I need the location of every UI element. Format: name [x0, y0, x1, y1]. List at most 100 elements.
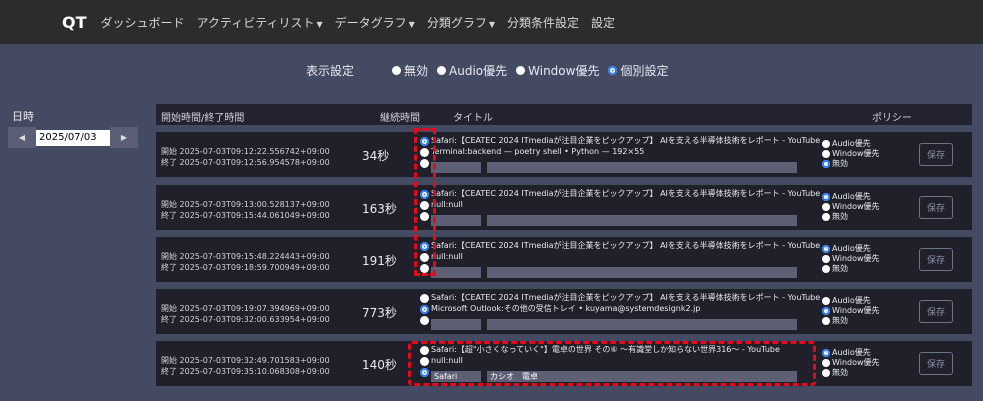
title-option: Microsoft Outlook:その他の受信トレイ • kuyama@sys…	[431, 304, 701, 313]
radio-button[interactable]	[822, 369, 830, 377]
title-radio[interactable]	[420, 294, 429, 303]
custom-app-input[interactable]	[431, 162, 481, 173]
time-range: 開始 2025-07-03T09:13:00.528137+09:00 終了 20…	[161, 199, 330, 221]
display-option-disabled[interactable]: 無効	[392, 62, 428, 79]
policy-option[interactable]: 無効	[822, 159, 848, 169]
policy-option[interactable]: Audio優先	[822, 348, 871, 358]
radio-button[interactable]	[822, 255, 830, 263]
table-row: 開始 2025-07-03T09:15:48.224443+09:00 終了 20…	[156, 237, 972, 282]
save-button[interactable]: 保存	[919, 300, 953, 323]
policy-option[interactable]: 無効	[822, 212, 848, 222]
title-option: Safari:【CEATEC 2024 ITmediaが注目企業をピックアップ】…	[431, 241, 821, 250]
custom-title-input[interactable]	[487, 215, 797, 226]
policy-option-label: Window優先	[832, 149, 880, 158]
radio-button[interactable]	[822, 150, 830, 158]
save-button[interactable]: 保存	[919, 248, 953, 271]
policy-option-label: Audio優先	[832, 348, 871, 357]
policy-option-label: 無効	[832, 159, 848, 168]
duration: 773秒	[362, 306, 397, 320]
radio-button[interactable]	[822, 193, 830, 201]
radio-button[interactable]	[822, 213, 830, 221]
title-radio[interactable]	[420, 305, 429, 314]
save-button[interactable]: 保存	[919, 143, 953, 166]
policy-option-label: Audio優先	[832, 244, 871, 253]
radio-button[interactable]	[822, 160, 830, 168]
radio-button[interactable]	[822, 265, 830, 273]
title-option: Safari:【CEATEC 2024 ITmediaが注目企業をピックアップ】…	[431, 293, 821, 302]
header-duration: 継続時間	[380, 113, 420, 124]
policy-option[interactable]: Window優先	[822, 149, 880, 159]
policy-option[interactable]: Window優先	[822, 306, 880, 316]
display-option-individual[interactable]: 個別設定	[608, 62, 668, 79]
policy-option[interactable]: Audio優先	[822, 244, 871, 254]
nav-settings-label: 設定	[591, 15, 616, 30]
nav-category-settings-label: 分類条件設定	[507, 15, 580, 30]
custom-title-input[interactable]	[487, 267, 797, 278]
custom-app-input[interactable]	[431, 319, 481, 330]
radio-button[interactable]	[437, 66, 447, 75]
time-range: 開始 2025-07-03T09:32:49.701583+09:00 終了 20…	[161, 355, 330, 377]
radio-button[interactable]	[822, 359, 830, 367]
nav-settings[interactable]: 設定	[591, 14, 615, 31]
radio-button[interactable]	[822, 349, 830, 357]
prev-day-button[interactable]: ◀	[8, 127, 36, 148]
end-time: 終了 2025-07-03T09:12:56.954578+09:00	[161, 158, 330, 167]
display-option-audio[interactable]: Audio優先	[437, 62, 507, 79]
radio-button[interactable]	[822, 245, 830, 253]
duration: 191秒	[362, 254, 397, 268]
policy-option-label: 無効	[832, 212, 848, 221]
policy-option-label: Audio優先	[832, 139, 871, 148]
radio-button[interactable]	[822, 307, 830, 315]
header-policy: ポリシー	[872, 113, 912, 124]
date-input[interactable]: 2025/07/03	[36, 129, 110, 146]
save-button[interactable]: 保存	[919, 196, 953, 219]
option-label: 無効	[404, 64, 429, 78]
time-range: 開始 2025-07-03T09:12:22.556742+09:00 終了 20…	[161, 146, 330, 168]
end-time: 終了 2025-07-03T09:18:59.700949+09:00	[161, 263, 330, 272]
title-radio[interactable]	[420, 316, 429, 325]
custom-app-input[interactable]	[431, 267, 481, 278]
policy-option[interactable]: Window優先	[822, 358, 880, 368]
option-label: 個別設定	[620, 64, 669, 78]
policy-option-label: 無効	[832, 368, 848, 377]
policy-option[interactable]: Audio優先	[822, 192, 871, 202]
header-title: タイトル	[453, 113, 493, 124]
radio-button[interactable]	[516, 66, 526, 75]
caret-down-icon: ▼	[488, 19, 495, 29]
display-option-window[interactable]: Window優先	[516, 62, 599, 79]
title-option: Terminal:backend — poetry shell • Python…	[431, 147, 645, 156]
radio-button[interactable]	[822, 317, 830, 325]
start-time: 開始 2025-07-03T09:13:00.528137+09:00	[161, 200, 330, 209]
custom-title-input[interactable]	[487, 319, 797, 330]
custom-title-input[interactable]	[487, 162, 797, 173]
radio-button-selected[interactable]	[608, 66, 618, 75]
policy-option[interactable]: Window優先	[822, 254, 880, 264]
end-time: 終了 2025-07-03T09:32:00.633954+09:00	[161, 315, 330, 324]
policy-option[interactable]: 無効	[822, 316, 848, 326]
date-label: 日時	[12, 110, 34, 123]
nav-category-graph[interactable]: 分類グラフ ▼	[427, 14, 495, 31]
policy-option[interactable]: 無効	[822, 264, 848, 274]
nav-data-graph[interactable]: データグラフ ▼	[335, 14, 415, 31]
policy-option[interactable]: Audio優先	[822, 296, 871, 306]
radio-button[interactable]	[822, 140, 830, 148]
radio-button[interactable]	[822, 203, 830, 211]
nav-activity-list[interactable]: アクティビティリスト ▼	[197, 14, 323, 31]
nav-dashboard[interactable]: ダッシュボード	[101, 14, 185, 31]
radio-button[interactable]	[392, 66, 402, 75]
custom-app-input[interactable]	[431, 215, 481, 226]
next-day-button[interactable]: ▶	[110, 127, 138, 148]
header-time: 開始時間/終了時間	[161, 113, 245, 124]
nav-category-settings[interactable]: 分類条件設定	[507, 14, 579, 31]
start-time: 開始 2025-07-03T09:15:48.224443+09:00	[161, 252, 330, 261]
save-button[interactable]: 保存	[919, 352, 953, 375]
navbar: QT ダッシュボード アクティビティリスト ▼ データグラフ ▼ 分類グラフ ▼ 分類…	[0, 0, 983, 44]
policy-option[interactable]: 無効	[822, 368, 848, 378]
policy-option[interactable]: Window優先	[822, 202, 880, 212]
policy-option-label: Audio優先	[832, 296, 871, 305]
radio-button[interactable]	[822, 297, 830, 305]
policy-option[interactable]: Audio優先	[822, 139, 871, 149]
title-option: Safari:【CEATEC 2024 ITmediaが注目企業をピックアップ】…	[431, 189, 821, 198]
policy-option-label: Window優先	[832, 306, 880, 315]
brand-logo[interactable]: QT	[62, 13, 87, 32]
